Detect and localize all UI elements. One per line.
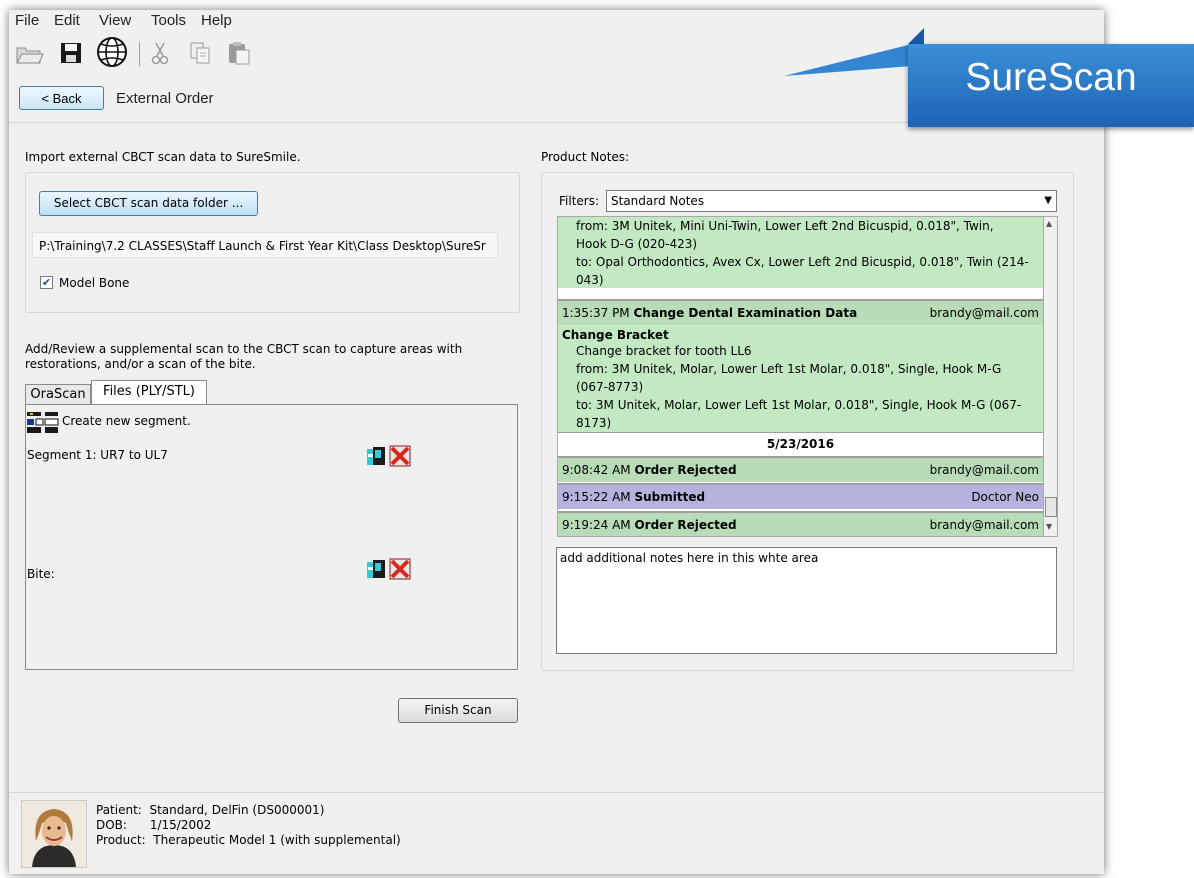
additional-notes-textarea[interactable]: add additional notes here in this whte a… (556, 547, 1057, 654)
notes-scrollbar[interactable]: ▲ ▼ (1044, 216, 1058, 537)
menu-view[interactable]: View (99, 12, 131, 29)
supplemental-text-line2: restorations, and/or a scan of the bite. (25, 357, 256, 371)
paste-icon[interactable] (224, 39, 254, 67)
note-time: 9:15:22 AM Submitted (562, 490, 706, 504)
delete-icon[interactable] (389, 445, 411, 467)
menu-tools[interactable]: Tools (151, 12, 186, 29)
cbct-path-field[interactable]: P:\Training\7.2 CLASSES\Staff Launch & F… (32, 232, 498, 258)
note-row-header: 1:35:37 PM Change Dental Examination Dat… (558, 299, 1043, 325)
note-line: from: 3M Unitek, Molar, Lower Left 1st M… (576, 362, 1002, 376)
note-row-header: 9:08:42 AM Order Rejected brandy@mail.co… (558, 456, 1043, 482)
note-time: 1:35:37 PM Change Dental Examination Dat… (562, 306, 858, 320)
delete-icon[interactable] (389, 558, 411, 580)
brand-pointer (784, 44, 912, 76)
create-segment-icon[interactable] (26, 410, 59, 434)
toolbar-separator (139, 42, 140, 66)
product-notes-title: Product Notes: (541, 150, 630, 164)
note-line: 8173) (576, 416, 612, 430)
scroll-down-icon[interactable]: ▼ (1046, 522, 1052, 531)
note-line: (067-8773) (576, 380, 644, 394)
tab-files-ply-stl[interactable]: Files (PLY/STL) (91, 380, 207, 404)
bite-label: Bite: (27, 567, 55, 581)
note-change-bracket-1: from: 3M Unitek, Mini Uni-Twin, Lower Le… (558, 217, 1043, 288)
note-row-header: 9:15:22 AM Submitted Doctor Neo (558, 483, 1043, 509)
supplemental-text-line1: Add/Review a supplemental scan to the CB… (25, 342, 463, 356)
segment-1-label: Segment 1: UR7 to UL7 (27, 448, 168, 462)
globe-icon[interactable] (95, 35, 129, 69)
notes-list[interactable]: from: 3M Unitek, Mini Uni-Twin, Lower Le… (557, 216, 1044, 537)
copy-icon[interactable] (186, 39, 216, 67)
create-segment-label[interactable]: Create new segment. (62, 414, 191, 428)
menu-file[interactable]: File (15, 12, 39, 29)
note-time: 9:19:24 AM Order Rejected (562, 518, 737, 532)
patient-row: Patient: Standard, DelFin (DS000001) (96, 803, 325, 817)
dob-row: DOB: 1/15/2002 (96, 818, 212, 832)
menu-edit[interactable]: Edit (54, 12, 80, 29)
note-line: to: Opal Orthodontics, Avex Cx, Lower Le… (576, 255, 1029, 269)
scroll-thumb[interactable] (1045, 497, 1057, 517)
footer-divider (9, 792, 1104, 793)
open-folder-icon[interactable] (14, 39, 44, 67)
back-button[interactable]: < Back (19, 86, 104, 110)
filters-select[interactable]: Standard Notes ▼ (606, 190, 1057, 212)
chevron-down-icon: ▼ (1044, 195, 1052, 206)
import-label: Import external CBCT scan data to SureSm… (25, 150, 301, 164)
note-user: brandy@mail.com (929, 463, 1039, 477)
note-user: brandy@mail.com (929, 306, 1039, 320)
select-cbct-folder-button[interactable]: Select CBCT scan data folder ... (39, 191, 258, 216)
save-icon[interactable] (56, 39, 86, 67)
note-line: from: 3M Unitek, Mini Uni-Twin, Lower Le… (576, 219, 994, 233)
note-line: Change bracket for tooth LL6 (576, 344, 752, 358)
note-date-row: 5/23/2016 (558, 432, 1043, 456)
patient-photo (21, 800, 87, 868)
brand-name: SureScan (965, 56, 1137, 99)
finish-scan-button[interactable]: Finish Scan (398, 698, 518, 723)
note-line: to: 3M Unitek, Molar, Lower Left 1st Mol… (576, 398, 1022, 412)
tab-orascan[interactable]: OraScan (25, 384, 91, 404)
menu-bar: File Edit View Tools Help (9, 10, 1104, 31)
note-line: 043) (576, 273, 604, 287)
filters-label: Filters: (559, 194, 600, 208)
note-row-header: 9:19:24 AM Order Rejected brandy@mail.co… (558, 511, 1043, 536)
model-bone-label: Model Bone (59, 276, 130, 290)
note-line: Hook D-G (020-423) (576, 237, 698, 251)
note-user: Doctor Neo (971, 490, 1039, 504)
product-row: Product: Therapeutic Model 1 (with suppl… (96, 833, 401, 847)
files-tab-panel (25, 404, 518, 670)
filters-value: Standard Notes (611, 194, 705, 208)
model-bone-checkbox[interactable]: ✔ (40, 276, 53, 289)
open-file-icon[interactable] (365, 445, 387, 467)
page-title: External Order (116, 90, 214, 107)
note-time: 9:08:42 AM Order Rejected (562, 463, 737, 477)
scroll-up-icon[interactable]: ▲ (1046, 219, 1052, 228)
change-bracket-title: Change Bracket (562, 328, 669, 342)
open-file-icon[interactable] (365, 558, 387, 580)
note-user: brandy@mail.com (929, 518, 1039, 532)
cut-icon[interactable] (146, 39, 176, 67)
app-window: File Edit View Tools Help < Back Externa… (9, 10, 1104, 874)
menu-help[interactable]: Help (201, 12, 232, 29)
brand-banner: SureScan (908, 44, 1194, 127)
note-change-bracket-2: Change Bracket Change bracket for tooth … (558, 325, 1043, 434)
